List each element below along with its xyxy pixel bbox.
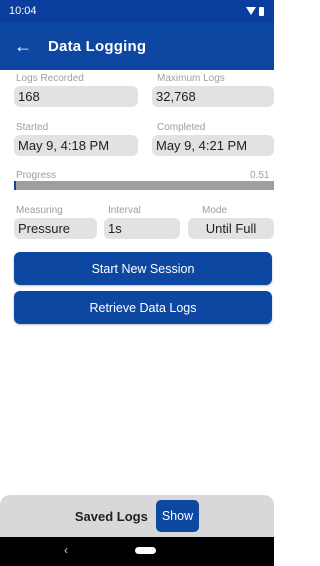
page-title: Data Logging — [48, 37, 147, 55]
logs-recorded-value: 168 — [14, 86, 138, 107]
saved-logs-label: Saved Logs — [74, 508, 148, 524]
interval-label: Interval — [108, 205, 141, 216]
completed-value: May 9, 4:21 PM — [152, 135, 274, 156]
mode-label: Mode — [202, 205, 228, 216]
nav-back-icon[interactable]: ‹ — [64, 543, 68, 557]
status-icons — [246, 6, 264, 16]
maximum-logs-value: 32,768 — [152, 86, 274, 107]
measuring-value: Pressure — [14, 218, 97, 239]
maximum-logs-label: Maximum Logs — [157, 73, 225, 84]
logs-recorded-label: Logs Recorded — [16, 73, 84, 84]
nav-home-icon[interactable] — [135, 547, 156, 554]
progress-bar-fill — [14, 181, 16, 190]
mode-value: Until Full — [188, 218, 274, 239]
show-button[interactable]: Show — [155, 500, 200, 532]
wifi-icon — [246, 7, 256, 15]
completed-label: Completed — [157, 122, 206, 133]
measuring-label: Measuring — [16, 205, 63, 216]
started-label: Started — [16, 122, 49, 133]
saved-logs-panel: Saved Logs Show — [0, 495, 274, 537]
progress-label: Progress — [16, 170, 57, 181]
system-nav-bar: ‹ — [0, 537, 274, 566]
start-new-session-button[interactable]: Start New Session — [14, 252, 272, 285]
interval-value: 1s — [104, 218, 180, 239]
app-bar: ← Data Logging — [0, 22, 274, 70]
status-bar: 10:04 — [0, 0, 274, 22]
started-value: May 9, 4:18 PM — [14, 135, 138, 156]
arrow-left-icon[interactable]: ← — [14, 37, 40, 55]
retrieve-data-logs-button[interactable]: Retrieve Data Logs — [14, 291, 272, 324]
battery-icon — [259, 6, 264, 16]
status-time: 10:04 — [9, 5, 37, 17]
progress-value: 0.51 — [250, 170, 270, 181]
progress-bar — [14, 181, 274, 190]
